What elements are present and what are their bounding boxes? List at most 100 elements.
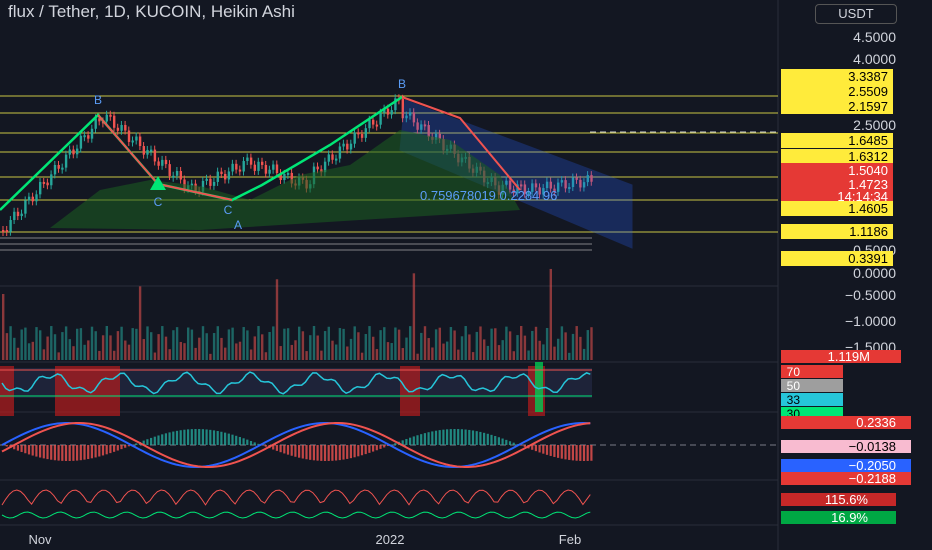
macd-hist-bar bbox=[194, 429, 197, 445]
candle-body bbox=[375, 124, 379, 127]
candle-body bbox=[150, 149, 153, 152]
macd-hist-bar bbox=[505, 439, 508, 445]
candle-body bbox=[61, 167, 64, 170]
volume-bar bbox=[516, 335, 519, 360]
macd-hist-bar bbox=[357, 445, 360, 457]
macd-hist-bar bbox=[316, 445, 319, 461]
volume-bar bbox=[194, 347, 197, 360]
price-badge-label: 1.6485 bbox=[848, 133, 888, 148]
candle-body bbox=[124, 124, 127, 131]
volume-bar bbox=[375, 349, 379, 360]
volume-bar bbox=[571, 333, 575, 360]
macd-hist-bar bbox=[331, 445, 334, 461]
volume-bar bbox=[94, 331, 97, 360]
macd-hist-bar bbox=[275, 445, 278, 451]
volume-bar bbox=[216, 326, 219, 360]
candle-body bbox=[68, 149, 71, 155]
oscillator-badge-label: 115.6% bbox=[825, 492, 869, 507]
candle-body bbox=[227, 171, 231, 180]
candle-body bbox=[238, 169, 242, 172]
macd-hist-bar bbox=[508, 441, 512, 445]
time-tick: Feb bbox=[559, 532, 581, 547]
macd-hist-bar bbox=[198, 429, 201, 445]
price-chart[interactable]: BCACB0.759678019 0.2284 96 5.00004.50004… bbox=[0, 0, 932, 550]
macd-hist-bar bbox=[57, 445, 60, 461]
macd-hist-bar bbox=[427, 432, 430, 445]
price-tick: −1.0000 bbox=[845, 313, 896, 329]
volume-bar bbox=[564, 332, 567, 360]
macd-hist-bar bbox=[187, 429, 190, 445]
oscillator-red bbox=[1, 489, 591, 506]
panes bbox=[0, 0, 779, 550]
candle-body bbox=[31, 196, 34, 202]
time-tick: Nov bbox=[28, 532, 52, 547]
candle-body bbox=[246, 157, 249, 162]
candle-body bbox=[57, 164, 60, 169]
candle-body bbox=[27, 196, 31, 201]
macd-hist-bar bbox=[490, 434, 493, 445]
macd-hist-bar bbox=[168, 432, 171, 445]
macd-hist-bar bbox=[212, 430, 216, 445]
volume-bar bbox=[238, 341, 242, 360]
fib-label: 0.759678019 0.2284 96 bbox=[420, 188, 557, 203]
macd-hist-bar bbox=[172, 431, 175, 445]
currency-button[interactable]: USDT bbox=[815, 4, 897, 24]
volume-bar bbox=[349, 338, 353, 360]
candle-body bbox=[94, 118, 97, 129]
volume-bar bbox=[175, 327, 179, 360]
macd-hist-bar bbox=[46, 445, 49, 460]
volume-bar bbox=[379, 330, 382, 360]
volume-bar bbox=[227, 329, 231, 360]
candle-body bbox=[209, 178, 212, 186]
candle-body bbox=[153, 149, 157, 162]
candle-body bbox=[390, 110, 393, 115]
macd-hist-bar bbox=[209, 429, 212, 445]
volume-bar bbox=[290, 344, 293, 360]
macd-hist-bar bbox=[242, 438, 245, 445]
volume-bar bbox=[272, 326, 275, 360]
macd-hist-bar bbox=[190, 429, 193, 445]
macd-hist-bar bbox=[113, 445, 116, 452]
volume-bar bbox=[120, 326, 123, 360]
macd-hist-bar bbox=[249, 440, 253, 445]
volume-bar bbox=[360, 352, 364, 360]
candle-body bbox=[135, 136, 138, 141]
volume-bar bbox=[582, 348, 586, 360]
volume-bar bbox=[76, 328, 79, 360]
macd-hist-bar bbox=[423, 433, 426, 445]
candle-body bbox=[161, 159, 164, 166]
price-tick: 0.0000 bbox=[853, 265, 896, 281]
volume-bar bbox=[568, 352, 571, 360]
volume-bar bbox=[261, 334, 264, 360]
volume-bar bbox=[161, 326, 164, 360]
macd-hist-bar bbox=[438, 430, 441, 445]
price-tick: 4.5000 bbox=[853, 29, 896, 45]
volume-bar bbox=[109, 335, 112, 360]
volume-bar bbox=[427, 338, 430, 360]
volume-bar bbox=[24, 327, 27, 360]
chart-title: flux / Tether, 1D, KUCOIN, Heikin Ashi bbox=[8, 2, 295, 21]
macd-hist-bar bbox=[434, 430, 438, 445]
candle-body bbox=[272, 164, 275, 170]
macd-hist-bar bbox=[323, 445, 327, 461]
volume-bar bbox=[501, 340, 504, 360]
rsi-badge-label: 33 bbox=[787, 393, 801, 407]
macd-hist-bar bbox=[101, 445, 105, 456]
volume-bar bbox=[527, 350, 530, 360]
macd-hist-bar bbox=[231, 434, 234, 445]
macd-hist-bar bbox=[116, 445, 119, 451]
macd-hist-bar bbox=[20, 445, 23, 452]
volume-bar bbox=[397, 329, 401, 360]
macd-hist-bar bbox=[109, 445, 112, 454]
candle-body bbox=[316, 166, 319, 170]
macd-hist-bar bbox=[53, 445, 56, 461]
macd-hist-bar bbox=[16, 445, 19, 451]
volume-bar bbox=[83, 344, 86, 360]
rsi-badge-label: 70 bbox=[787, 365, 801, 379]
candle-body bbox=[257, 161, 260, 171]
macd-hist-bar bbox=[409, 437, 412, 445]
candle-body bbox=[127, 130, 131, 142]
volume-bar bbox=[98, 350, 101, 360]
macd-hist-bar bbox=[164, 433, 167, 445]
macd-hist-bar bbox=[453, 429, 456, 445]
